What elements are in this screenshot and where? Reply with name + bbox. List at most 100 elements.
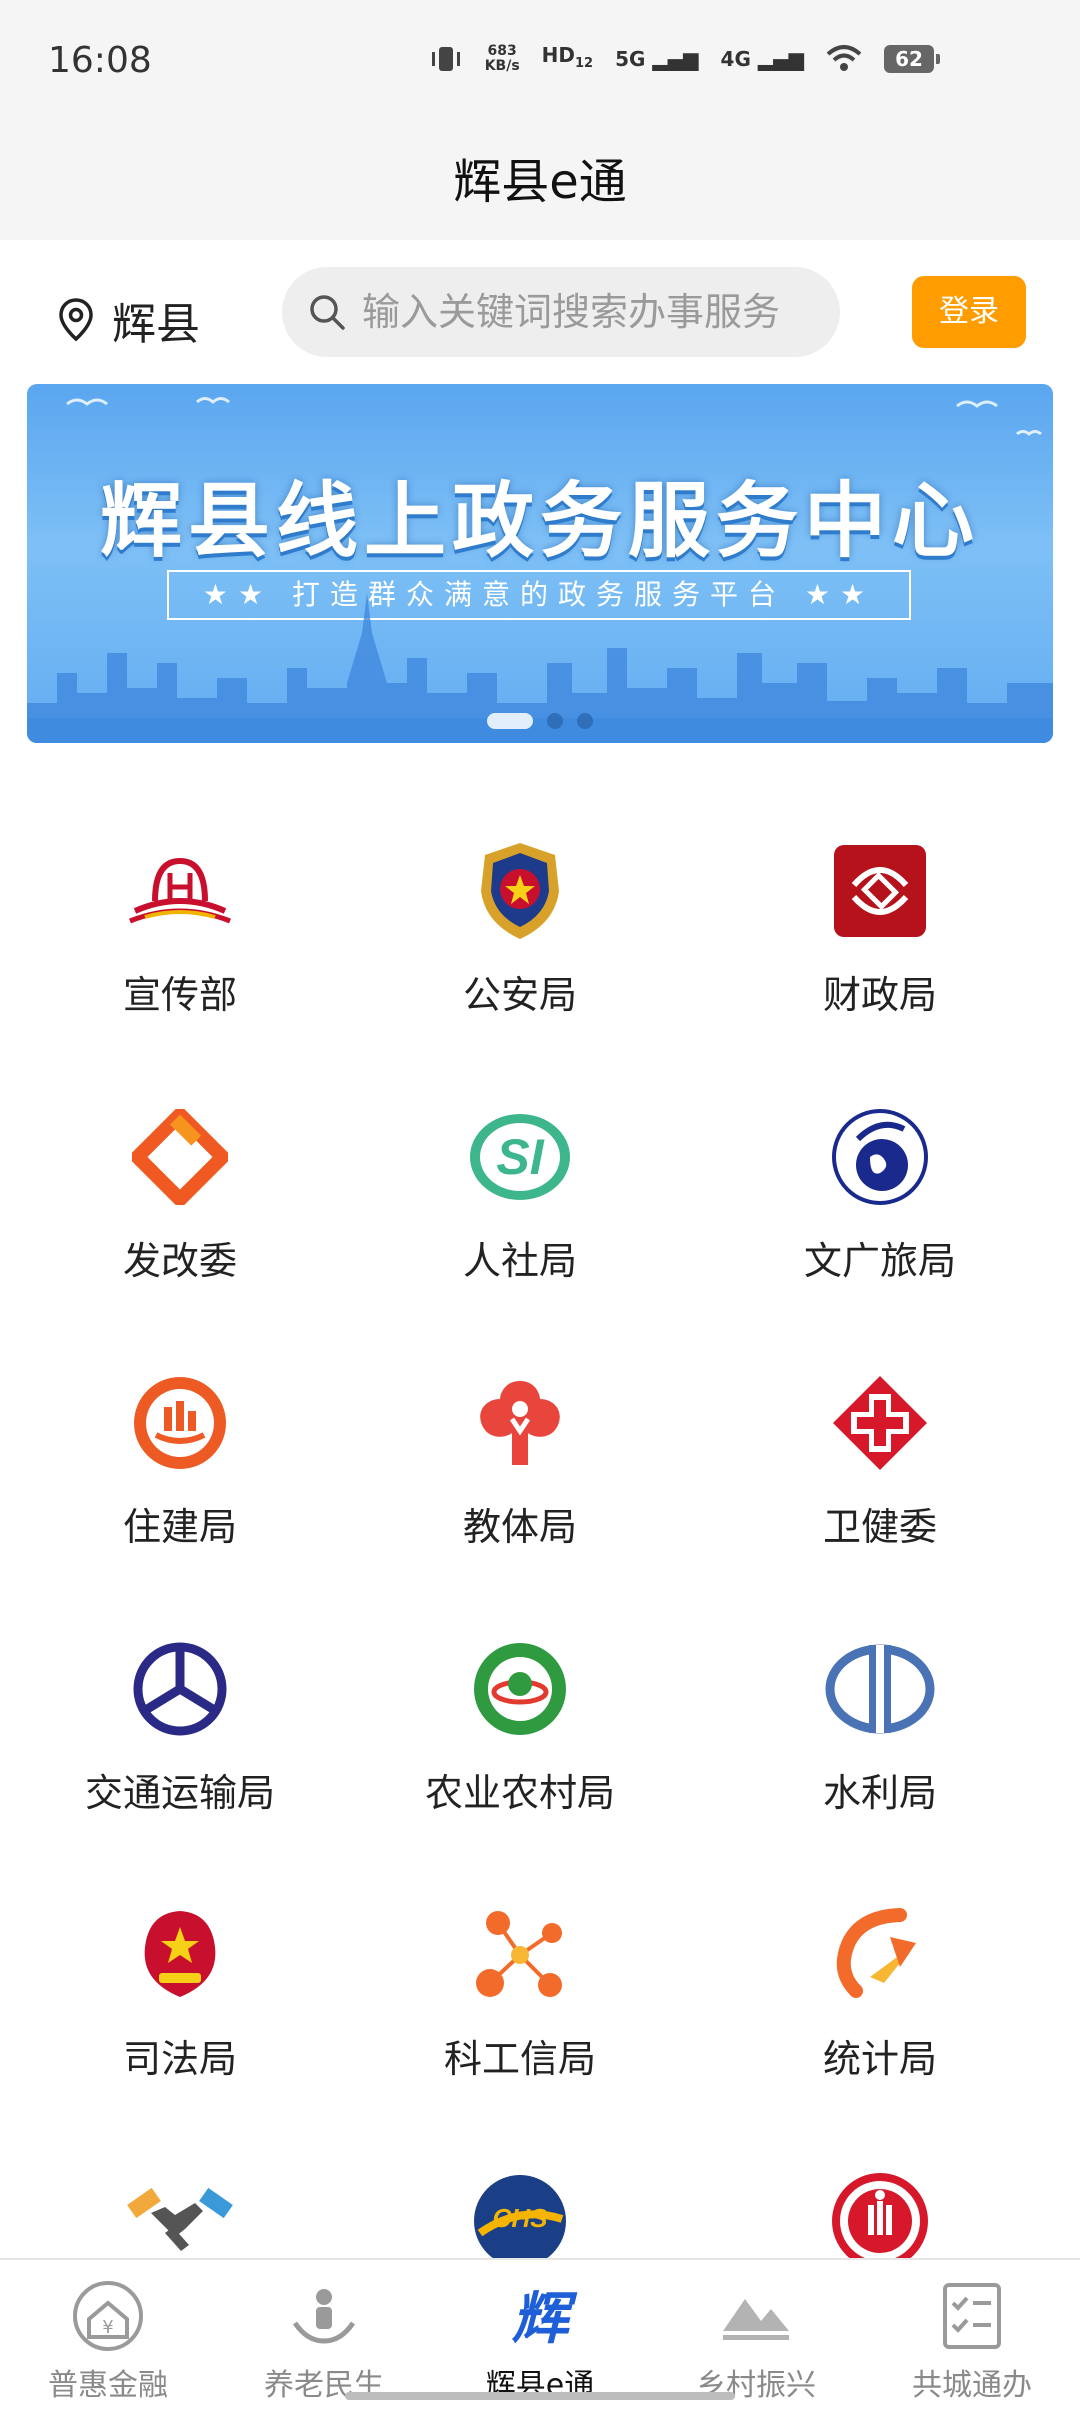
finance-icon: ¥ — [73, 2281, 143, 2351]
location-name: 辉县 — [112, 299, 200, 350]
dept-label: 住建局 — [122, 1505, 237, 1549]
home-indicator[interactable] — [345, 2392, 735, 2400]
carousel-dot[interactable] — [577, 713, 593, 729]
social-security-si-icon: SI — [470, 1114, 570, 1200]
location-pin-icon — [59, 298, 93, 342]
dept-item[interactable] — [0, 2130, 360, 2260]
dept-label: 水利局 — [822, 1771, 937, 1815]
dept-health[interactable]: 卫健委 — [680, 1332, 1080, 1598]
wifi-icon — [826, 45, 862, 71]
title-bar: 辉县e通 — [0, 125, 1080, 240]
carousel-dot[interactable] — [547, 713, 563, 729]
net-speed: 683 KB/s — [484, 43, 520, 74]
dept-water[interactable]: 水利局 — [680, 1598, 1080, 1864]
hui-logo-icon: 辉 — [512, 2286, 578, 2352]
dept-label: 人社局 — [462, 1239, 577, 1283]
dept-label: 科工信局 — [443, 2037, 596, 2081]
dept-label: 公安局 — [462, 973, 577, 1017]
grid-row: 交通运输局 农业农村局 水利局 — [0, 1598, 1080, 1864]
status-icons: 683 KB/s HD12 5G ▂▄▆ 4G ▂▄▆ 62 — [429, 42, 940, 76]
dept-label: 发改委 — [122, 1239, 237, 1283]
nav-label: 普惠金融 — [48, 2368, 168, 2403]
status-bar: 16:08 683 KB/s HD12 5G ▂▄▆ 4G ▂▄▆ 62 — [0, 0, 1080, 125]
grid-row: CHS — [0, 2130, 1080, 2260]
grid-row: 宣传部 公安局 财政局 — [0, 800, 1080, 1066]
svg-text:SI: SI — [496, 1129, 544, 1185]
status-time: 16:08 — [48, 40, 152, 81]
dept-culture-tourism[interactable]: 文广旅局 — [680, 1066, 1080, 1332]
checklist-icon — [943, 2283, 1001, 2349]
department-grid: 宣传部 公安局 财政局 发改委 SI 人社局 文广旅局 住建局 教体局 卫健委 … — [0, 800, 1080, 2260]
dept-finance[interactable]: 财政局 — [680, 800, 1080, 1066]
dept-label: 统计局 — [822, 2037, 937, 2081]
search-bar[interactable] — [282, 267, 840, 357]
svg-text:CHS: CHS — [493, 2203, 549, 2233]
nav-label: 共城通办 — [912, 2368, 1032, 2403]
development-icon — [132, 1109, 228, 1205]
dept-agriculture[interactable]: 农业农村局 — [360, 1598, 680, 1864]
dept-label: 交通运输局 — [84, 1771, 275, 1815]
water-conservancy-icon — [825, 1644, 935, 1734]
finance-bureau-icon — [834, 845, 926, 937]
dept-item[interactable]: CHS — [360, 2130, 680, 2260]
signal-5g-icon: 5G ▂▄▆ — [615, 47, 699, 71]
dept-label: 司法局 — [122, 2037, 237, 2081]
dept-label: 农业农村局 — [424, 1771, 615, 1815]
banner-carousel[interactable]: 辉县线上政务服务中心 ★★ 打造群众满意的政务服务平台 ★★ — [27, 384, 1053, 743]
dept-label: 宣传部 — [122, 973, 237, 1017]
nav-elderly[interactable]: 养老民生 — [216, 2260, 432, 2410]
page-title: 辉县e通 — [453, 154, 627, 210]
svg-text:辉: 辉 — [512, 2286, 578, 2352]
carousel-dot-active[interactable] — [487, 713, 533, 729]
molecule-icon — [476, 1911, 562, 1997]
agriculture-icon — [474, 1643, 566, 1735]
transport-wheel-icon — [133, 1642, 227, 1736]
dept-education-sports[interactable]: 教体局 — [360, 1332, 680, 1598]
globe-icon — [832, 1109, 928, 1205]
battery-icon: 62 — [884, 45, 940, 73]
dept-justice[interactable]: 司法局 — [0, 1864, 360, 2130]
banner-title: 辉县线上政务服务中心 — [99, 474, 980, 569]
justice-emblem-icon — [144, 1911, 216, 1997]
chs-logo-icon: CHS — [474, 2175, 566, 2260]
civil-affairs-icon — [832, 2173, 928, 2260]
dept-statistics[interactable]: 统计局 — [680, 1864, 1080, 2130]
search-input[interactable] — [360, 289, 814, 335]
nav-gongcheng[interactable]: 共城通办 — [864, 2260, 1080, 2410]
dept-transport[interactable]: 交通运输局 — [0, 1598, 360, 1864]
grid-row: 司法局 科工信局 统计局 — [0, 1864, 1080, 2130]
mountain-icon — [723, 2299, 789, 2340]
grid-row: 发改委 SI 人社局 文广旅局 — [0, 1066, 1080, 1332]
police-badge-icon — [481, 843, 559, 939]
housing-icon — [134, 1377, 226, 1469]
svg-text:¥: ¥ — [102, 2317, 113, 2338]
hd-badge: HD12 — [541, 42, 594, 71]
dept-item[interactable] — [680, 2130, 1080, 2260]
dept-industry-it[interactable]: 科工信局 — [360, 1864, 680, 2130]
dept-police[interactable]: 公安局 — [360, 800, 680, 1066]
dept-housing[interactable]: 住建局 — [0, 1332, 360, 1598]
signal-4g-icon: 4G ▂▄▆ — [720, 47, 804, 71]
login-button[interactable]: 登录 — [912, 276, 1026, 348]
dept-development[interactable]: 发改委 — [0, 1066, 360, 1332]
dept-propaganda[interactable]: 宣传部 — [0, 800, 360, 1066]
dept-label: 财政局 — [822, 973, 937, 1017]
location-selector[interactable]: 辉县 — [58, 288, 200, 352]
nav-finance[interactable]: ¥ 普惠金融 — [0, 2260, 216, 2410]
dept-social-security[interactable]: SI 人社局 — [360, 1066, 680, 1332]
handshake-icon — [127, 2187, 233, 2251]
elderly-icon — [292, 2289, 356, 2344]
vibrate-icon — [431, 47, 460, 71]
health-cross-icon — [833, 1376, 927, 1470]
propaganda-icon — [129, 857, 231, 924]
statistics-icon — [836, 1908, 916, 1998]
bottom-navigation: ¥ 普惠金融 养老民生 辉 辉县e通 乡村振兴 共城通办 — [0, 2258, 1080, 2410]
dept-label: 卫健委 — [822, 1505, 937, 1549]
education-tree-icon — [480, 1381, 560, 1465]
search-icon — [310, 295, 345, 330]
dept-label: 文广旅局 — [803, 1239, 956, 1283]
carousel-indicators — [27, 713, 1053, 729]
dept-label: 教体局 — [462, 1505, 577, 1549]
nav-rural[interactable]: 乡村振兴 — [648, 2260, 864, 2410]
nav-huixian-etong[interactable]: 辉 辉县e通 — [432, 2260, 648, 2410]
